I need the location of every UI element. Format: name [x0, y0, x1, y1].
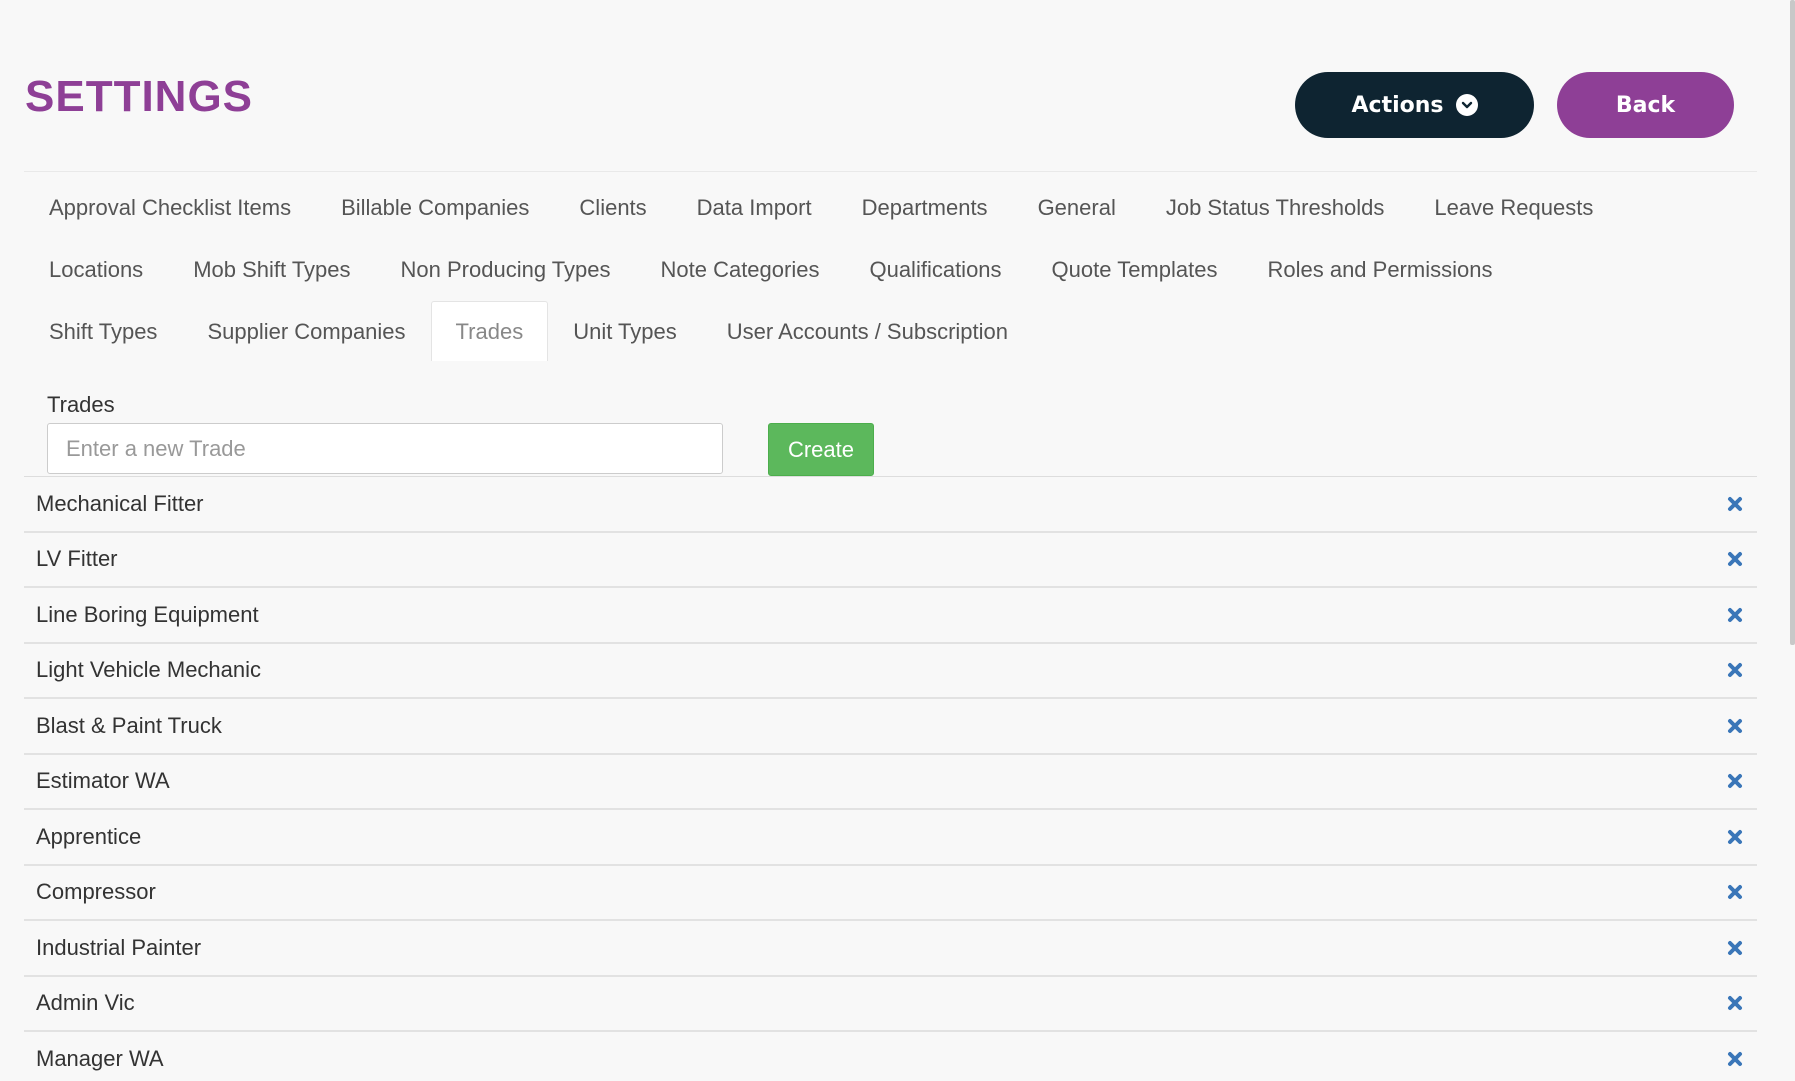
trade-name: Admin Vic: [36, 990, 135, 1016]
close-icon[interactable]: [1725, 882, 1745, 902]
trade-row: LV Fitter: [24, 533, 1757, 588]
tab-row-3: Shift Types Supplier Companies Trades Unit …: [24, 301, 1033, 361]
trade-name: LV Fitter: [36, 546, 118, 572]
tab-qualifications[interactable]: Qualifications: [844, 239, 1026, 299]
scrollbar[interactable]: [1790, 0, 1795, 645]
trade-row: Manager WA: [24, 1032, 1757, 1081]
tab-general[interactable]: General: [1013, 177, 1141, 237]
close-icon[interactable]: [1725, 605, 1745, 625]
trade-name: Blast & Paint Truck: [36, 712, 222, 738]
trade-row: Compressor: [24, 866, 1757, 921]
trade-row: Line Boring Equipment: [24, 588, 1757, 644]
close-icon[interactable]: [1725, 660, 1745, 680]
tab-shift-types[interactable]: Shift Types: [24, 301, 182, 361]
trade-name: Manager WA: [36, 1045, 164, 1071]
tab-user-accounts-subscription[interactable]: User Accounts / Subscription: [702, 301, 1033, 361]
trade-name: Line Boring Equipment: [36, 601, 259, 627]
trade-name: Estimator WA: [36, 768, 170, 794]
tab-quote-templates[interactable]: Quote Templates: [1027, 239, 1243, 299]
trade-row: Blast & Paint Truck: [24, 699, 1757, 755]
trade-name: Mechanical Fitter: [36, 490, 204, 516]
tab-locations[interactable]: Locations: [24, 239, 168, 299]
trade-row: Light Vehicle Mechanic: [24, 644, 1757, 699]
tab-clients[interactable]: Clients: [554, 177, 671, 237]
trade-name: Apprentice: [36, 823, 142, 849]
new-trade-input[interactable]: [47, 423, 723, 474]
trade-name: Light Vehicle Mechanic: [36, 657, 262, 683]
actions-button[interactable]: Actions: [1295, 72, 1534, 138]
actions-button-label: Actions: [1351, 92, 1444, 118]
close-icon[interactable]: [1725, 1049, 1745, 1069]
close-icon[interactable]: [1725, 938, 1745, 958]
tab-roles-and-permissions[interactable]: Roles and Permissions: [1242, 239, 1517, 299]
tab-approval-checklist-items[interactable]: Approval Checklist Items: [24, 177, 316, 237]
tab-billable-companies[interactable]: Billable Companies: [316, 177, 554, 237]
close-icon[interactable]: [1725, 549, 1745, 569]
tab-note-categories[interactable]: Note Categories: [635, 239, 844, 299]
tab-unit-types[interactable]: Unit Types: [548, 301, 702, 361]
tab-job-status-thresholds[interactable]: Job Status Thresholds: [1141, 177, 1410, 237]
trade-name: Industrial Painter: [36, 934, 202, 960]
trade-row: Mechanical Fitter: [24, 477, 1757, 533]
trade-row: Admin Vic: [24, 977, 1757, 1032]
tab-leave-requests[interactable]: Leave Requests: [1409, 177, 1618, 237]
chevron-down-circle-icon: [1455, 94, 1478, 116]
tab-data-import[interactable]: Data Import: [672, 177, 837, 237]
tab-supplier-companies[interactable]: Supplier Companies: [182, 301, 430, 361]
close-icon[interactable]: [1725, 494, 1745, 514]
back-button[interactable]: Back: [1557, 72, 1734, 138]
close-icon[interactable]: [1725, 827, 1745, 847]
tab-mob-shift-types[interactable]: Mob Shift Types: [168, 239, 375, 299]
trade-list: Mechanical Fitter LV Fitter Line Boring Eq…: [24, 476, 1757, 1081]
close-icon[interactable]: [1725, 771, 1745, 791]
tab-row-2: Locations Mob Shift Types Non Producing Ty…: [24, 239, 1517, 299]
page-title: SETTINGS: [25, 72, 254, 121]
tab-departments[interactable]: Departments: [837, 177, 1013, 237]
trades-section-label: Trades: [47, 392, 115, 417]
trade-row: Apprentice: [24, 810, 1757, 866]
trade-row: Industrial Painter: [24, 921, 1757, 977]
close-icon[interactable]: [1725, 993, 1745, 1013]
tab-trades[interactable]: Trades: [430, 301, 549, 361]
close-icon[interactable]: [1725, 716, 1745, 736]
create-trade-button[interactable]: Create: [768, 423, 874, 476]
trade-row: Estimator WA: [24, 755, 1757, 810]
settings-page: SETTINGS Actions Back Approval Checklist…: [0, 0, 1795, 1081]
tab-row-1: Approval Checklist Items Billable Compani…: [24, 177, 1618, 237]
trade-name: Compressor: [36, 879, 156, 905]
tab-non-producing-types[interactable]: Non Producing Types: [376, 239, 636, 299]
